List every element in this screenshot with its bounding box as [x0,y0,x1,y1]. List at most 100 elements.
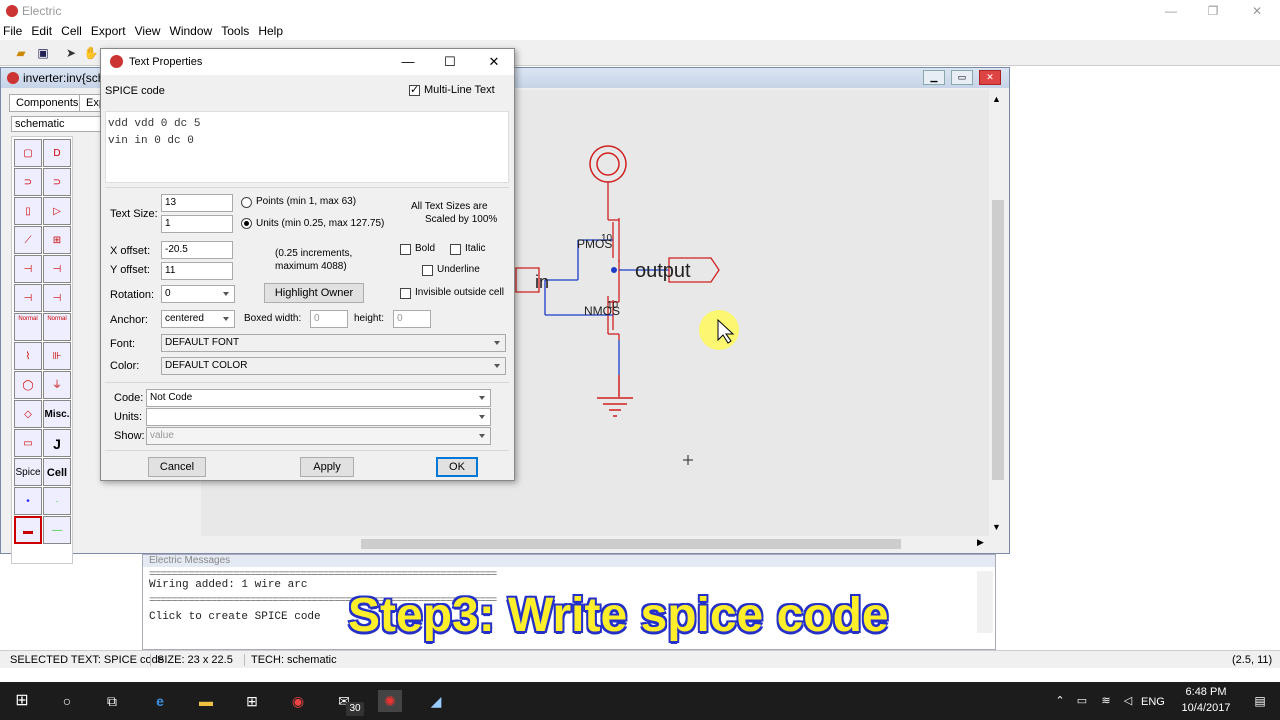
horizontal-scrollbar[interactable]: ▶ [201,536,989,552]
volume-icon[interactable]: ◁ [1116,690,1140,712]
electric-taskbar-icon[interactable]: ✺ [378,690,402,712]
yoffset-input[interactable]: 11 [161,262,233,280]
pan-hand-icon[interactable]: ✋ [82,44,100,62]
apply-button[interactable]: Apply [300,457,354,477]
vertical-scrollbar[interactable]: ▲ ▼ [989,90,1007,536]
spice-button[interactable]: Spice [14,458,42,486]
underline-checkbox[interactable] [422,265,433,276]
spice-code-textarea[interactable]: vdd vdd 0 dc 5 vin in 0 dc 0 [105,111,509,183]
ground-symbol[interactable] [597,375,633,417]
green-wire-icon[interactable]: — [43,516,71,544]
misc-button[interactable]: Misc. [43,400,71,428]
restore-icon[interactable]: ▭ [951,70,973,85]
italic-checkbox[interactable] [450,244,461,255]
mux-icon[interactable]: ⊞ [43,226,71,254]
font-select[interactable]: DEFAULT FONT [161,334,506,352]
tray-up-icon[interactable]: ⌃ [1048,690,1072,712]
select-arrow-icon[interactable]: ➤ [62,44,80,62]
cell-button[interactable]: Cell [43,458,71,486]
or-gate-icon[interactable]: ⊃ [14,168,42,196]
store-icon[interactable]: ⊞ [240,690,264,712]
minimize-icon[interactable]: — [1156,2,1186,20]
windows-start-icon[interactable]: ⊞ [10,690,34,712]
vdd-symbol[interactable] [589,145,627,183]
scroll-right-icon[interactable]: ▶ [977,537,984,548]
close-icon[interactable]: ✕ [1242,2,1272,20]
maximize-icon[interactable]: ☐ [437,53,463,71]
maximize-icon[interactable]: ❐ [1198,2,1228,20]
nmos4-icon[interactable]: ⊣ [14,284,42,312]
anchor-select[interactable]: centered [161,310,235,328]
code-select[interactable]: Not Code [146,389,491,407]
xor-gate-icon[interactable]: ⊃ [43,168,71,196]
messages-scrollbar[interactable] [977,571,993,633]
bold-checkbox[interactable] [400,244,411,255]
file-explorer-icon[interactable]: ▬ [194,690,218,712]
nmos-icon[interactable]: ⊣ [14,255,42,283]
pmos-icon[interactable]: ⊣ [43,255,71,283]
menu-window[interactable]: Window [167,22,216,40]
wire-icon[interactable]: ⟋ [14,226,42,254]
points-radio[interactable] [241,197,252,208]
units-radio[interactable] [241,218,252,229]
boxed-width-input[interactable]: 0 [310,310,348,328]
multiline-checkbox[interactable]: ✓ [409,84,420,96]
close-icon[interactable]: ✕ [979,70,1001,85]
and-gate-icon[interactable]: D [43,139,71,167]
ok-button[interactable]: OK [436,457,478,477]
minimize-icon[interactable]: — [395,53,421,71]
scroll-down-icon[interactable]: ▼ [992,522,1001,532]
save-icon[interactable]: ▣ [34,44,52,62]
text-size-units-input[interactable]: 1 [161,215,233,233]
buffer-icon[interactable]: ▷ [43,197,71,225]
hscrollbar-thumb[interactable] [361,539,901,549]
menu-cell[interactable]: Cell [58,22,85,40]
pin-icon[interactable]: ▭ [14,429,42,457]
search-circle-icon[interactable]: ○ [55,690,79,712]
chrome-icon[interactable]: ◉ [286,690,310,712]
resistor-icon[interactable]: ⌇ [14,342,42,370]
close-icon[interactable]: ✕ [481,53,507,71]
bus-icon[interactable]: ▬ [14,516,42,544]
dot-icon[interactable]: • [14,487,42,515]
language-indicator[interactable]: ENG [1141,696,1165,708]
invisible-outside-checkbox[interactable] [400,288,411,299]
menu-tools[interactable]: Tools [218,22,252,40]
wifi-icon[interactable]: ≋ [1094,690,1118,712]
output-label[interactable]: output [635,260,691,282]
normal-transistor-icon[interactable]: Normal [14,313,42,341]
diode-icon[interactable]: ◇ [14,400,42,428]
capacitor-icon[interactable]: ⊪ [43,342,71,370]
scroll-up-icon[interactable]: ▲ [992,94,1001,104]
minimize-icon[interactable]: ▁ [923,70,945,85]
j-button[interactable]: J [43,429,71,457]
units-select[interactable] [146,408,491,426]
open-folder-icon[interactable]: ▰ [12,44,30,62]
power-icon[interactable]: ◯ [14,371,42,399]
box-component-icon[interactable]: ▢ [14,139,42,167]
green-dot-icon[interactable]: · [43,487,71,515]
scrollbar-thumb[interactable] [992,200,1004,480]
color-select[interactable]: DEFAULT COLOR [161,357,506,375]
flipflop-icon[interactable]: ▯ [14,197,42,225]
menu-edit[interactable]: Edit [28,22,55,40]
rotation-select[interactable]: 0 [161,285,235,303]
clock-time[interactable]: 6:48 PM [1180,686,1232,698]
height-input[interactable]: 0 [393,310,431,328]
pmos4-icon[interactable]: ⊣ [43,284,71,312]
ground-icon[interactable]: ⏚ [43,371,71,399]
menu-view[interactable]: View [132,22,164,40]
show-select[interactable]: value [146,427,491,445]
text-size-points-input[interactable]: 13 [161,194,233,212]
normal-transistor-2-icon[interactable]: Normal [43,313,71,341]
clock-date[interactable]: 10/4/2017 [1176,702,1236,714]
highlight-owner-button[interactable]: Highlight Owner [264,283,364,303]
xoffset-input[interactable]: -20.5 [161,241,233,259]
edge-browser-icon[interactable]: e [148,690,172,712]
notepad-icon[interactable]: ◢ [424,690,448,712]
menu-export[interactable]: Export [88,22,129,40]
cancel-button[interactable]: Cancel [148,457,206,477]
task-view-icon[interactable]: ⧉ [100,690,124,712]
tab-components[interactable]: Components [9,94,86,112]
menu-help[interactable]: Help [255,22,286,40]
